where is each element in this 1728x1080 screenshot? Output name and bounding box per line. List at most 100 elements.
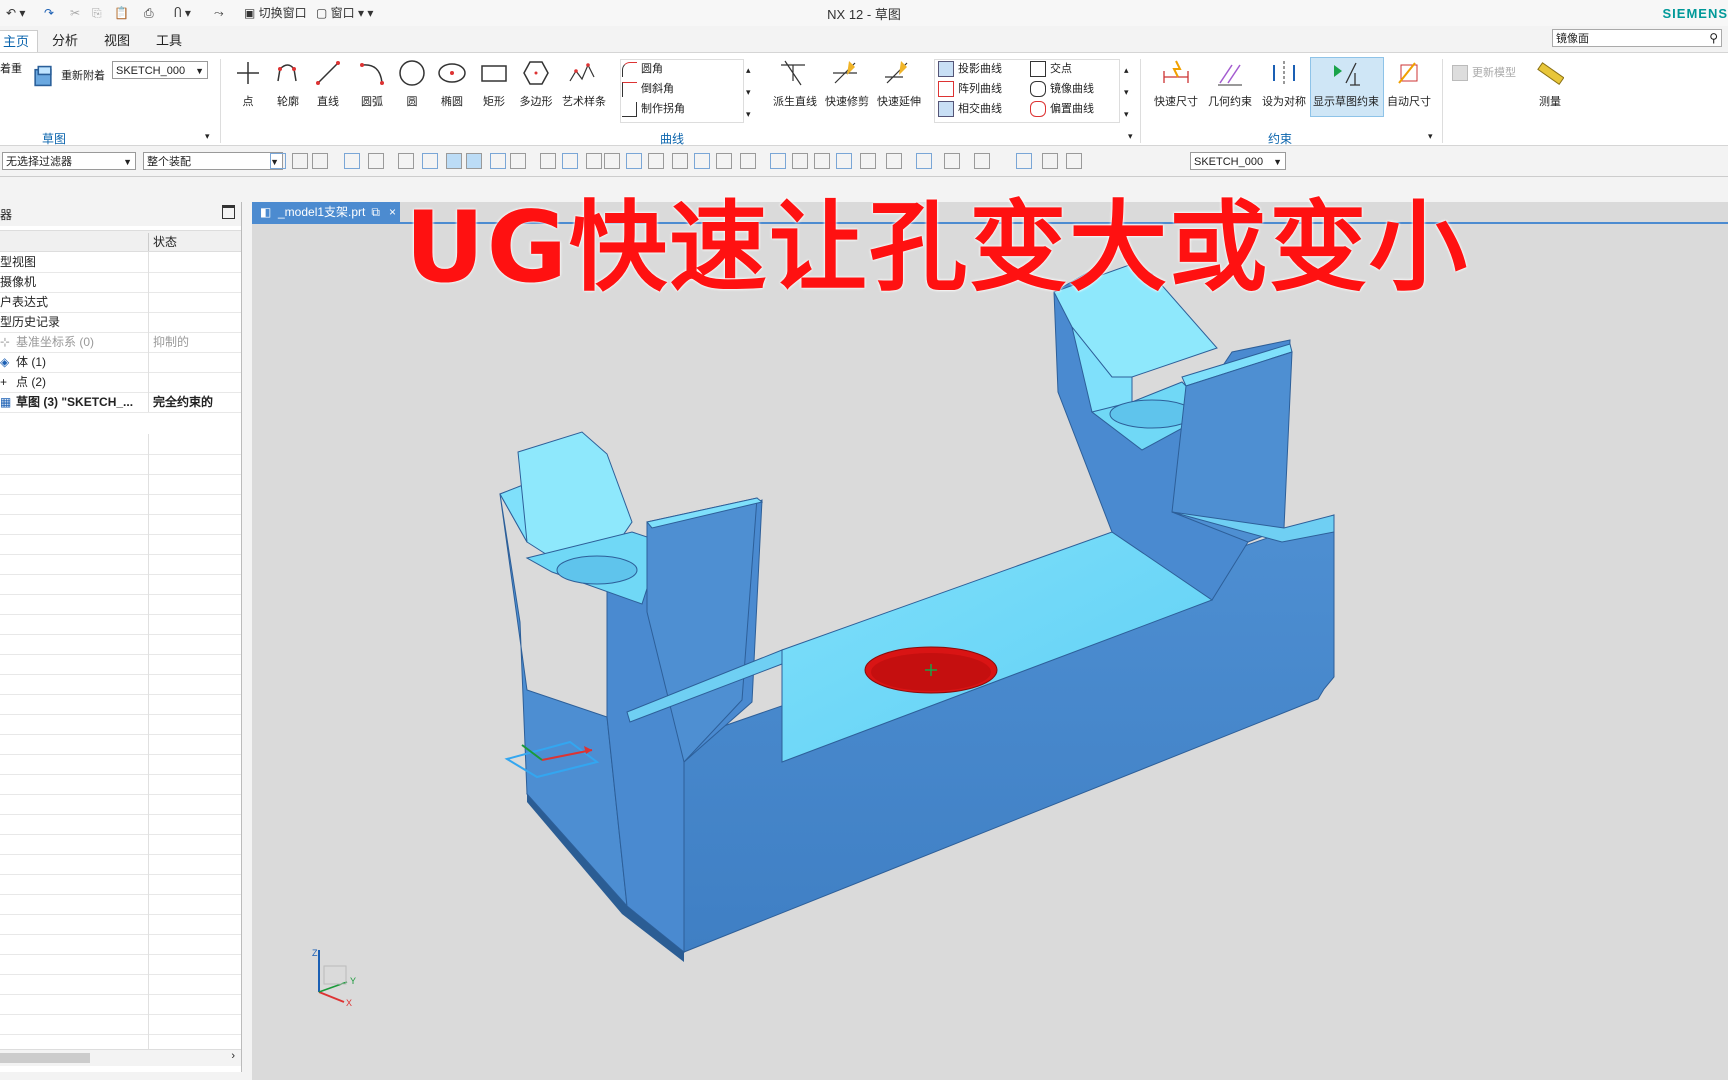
- line-snap-icon[interactable]: [694, 153, 710, 169]
- profile-button[interactable]: 轮廓: [268, 59, 308, 109]
- curve-snap-icon[interactable]: [540, 153, 556, 169]
- polygon-button[interactable]: 多边形: [516, 59, 556, 109]
- attach-label[interactable]: 着重: [0, 59, 22, 79]
- reattach-button[interactable]: 重新附着: [32, 65, 105, 87]
- point-button[interactable]: 点: [228, 59, 268, 109]
- tab-analysis[interactable]: 分析: [44, 30, 86, 52]
- list-item[interactable]: 型历史记录: [0, 312, 241, 333]
- group-expand-icon[interactable]: ▾: [1128, 131, 1133, 142]
- sketch-select[interactable]: SKETCH_000 ▼: [112, 61, 208, 79]
- list-item[interactable]: 基准坐标系 (0) 抑制的 ⊹: [0, 332, 241, 353]
- lasso-icon[interactable]: [398, 153, 414, 169]
- make-corner-button[interactable]: 制作拐角: [622, 99, 685, 119]
- view-icon[interactable]: [770, 153, 786, 169]
- circle-button[interactable]: 圆: [392, 59, 432, 109]
- intersection-curve-button[interactable]: 相交曲线: [938, 99, 1002, 119]
- maximize-icon[interactable]: [222, 205, 235, 219]
- close-icon[interactable]: ×: [389, 202, 396, 222]
- selection-filter-select[interactable]: 无选择过滤器 ▼: [2, 152, 136, 170]
- spline-snap-icon[interactable]: [562, 153, 578, 169]
- line-snap-icon[interactable]: [490, 153, 506, 169]
- tab-tools[interactable]: 工具: [148, 30, 190, 52]
- line-button[interactable]: 直线: [308, 59, 348, 109]
- layer-icon[interactable]: [860, 153, 876, 169]
- image-icon[interactable]: [792, 153, 808, 169]
- sphere-icon[interactable]: [716, 153, 732, 169]
- chamfer-button[interactable]: 倒斜角: [622, 79, 674, 99]
- quick-extend-button[interactable]: 快速延伸: [877, 59, 921, 109]
- selection-scope-select[interactable]: 整个装配 ▼: [143, 152, 283, 170]
- pattern-curve-button[interactable]: 阵列曲线: [938, 79, 1002, 99]
- rotate-icon[interactable]: [814, 153, 830, 169]
- make-symmetric-button[interactable]: 设为对称: [1258, 59, 1310, 109]
- empty-cell: [148, 434, 246, 454]
- auto-dimension-button[interactable]: 自动尺寸: [1384, 59, 1434, 109]
- geometric-constraints-button[interactable]: 几何约束: [1204, 59, 1256, 109]
- pen-icon[interactable]: [836, 153, 852, 169]
- quick-trim-button[interactable]: 快速修剪: [825, 59, 869, 109]
- box-select-icon[interactable]: [368, 153, 384, 169]
- offset-curve-button[interactable]: 偏置曲线: [1030, 99, 1094, 119]
- gallery-scroll-icon[interactable]: ▴ ▾ ▾: [746, 59, 751, 125]
- horizontal-scrollbar[interactable]: ›: [0, 1049, 241, 1066]
- gallery-scroll-icon[interactable]: ▴ ▾ ▾: [1124, 59, 1129, 125]
- derived-line-button[interactable]: 派生直线: [773, 59, 817, 109]
- update-model-button[interactable]: 更新模型: [1452, 63, 1516, 83]
- box-icon[interactable]: [1066, 153, 1082, 169]
- flag-icon[interactable]: [1016, 153, 1032, 169]
- arrow-icon[interactable]: [974, 153, 990, 169]
- table-icon[interactable]: [886, 153, 902, 169]
- scrollbar-thumb[interactable]: [0, 1053, 90, 1063]
- search-icon[interactable]: ⚲: [1709, 31, 1718, 45]
- grid-icon[interactable]: [740, 153, 756, 169]
- fillet-button[interactable]: 圆角: [622, 59, 663, 79]
- tab-menu-icon[interactable]: ⧉: [371, 202, 380, 222]
- list-item[interactable]: 草图 (3) "SKETCH_... 完全约束的 ▦: [0, 392, 241, 413]
- rectangle-label: 矩形: [483, 96, 505, 108]
- cube-blue-icon[interactable]: [446, 153, 462, 169]
- line-snap-icon[interactable]: [510, 153, 526, 169]
- scroll-right-icon[interactable]: ›: [231, 1050, 235, 1062]
- rectangle-button[interactable]: 矩形: [474, 59, 514, 109]
- point-icon[interactable]: [648, 153, 664, 169]
- cube-blue-icon[interactable]: [944, 153, 960, 169]
- snap-icon[interactable]: [270, 153, 286, 169]
- display-sketch-constraints-button[interactable]: 显示草图约束: [1312, 59, 1380, 109]
- grid-icon[interactable]: [466, 153, 482, 169]
- cube-icon[interactable]: [422, 153, 438, 169]
- list-item[interactable]: 摄像机: [0, 272, 241, 293]
- ellipse-button[interactable]: 椭圆: [432, 59, 472, 109]
- arc-button[interactable]: 圆弧: [352, 59, 392, 109]
- circle-snap-icon[interactable]: [626, 153, 642, 169]
- intersection-point-button[interactable]: 交点: [1030, 59, 1072, 79]
- group-expand-icon[interactable]: ▾: [1428, 131, 1433, 142]
- document-tab[interactable]: ◧ _model1支架.prt ⧉ ×: [252, 202, 400, 222]
- project-curve-button[interactable]: 投影曲线: [938, 59, 1002, 79]
- list-item[interactable]: 体 (1) ◈: [0, 352, 241, 373]
- tab-view[interactable]: 视图: [96, 30, 138, 52]
- measure-button[interactable]: 测量: [1530, 59, 1570, 109]
- mirror-curve-button[interactable]: 镜像曲线: [1030, 79, 1094, 99]
- orient-icon[interactable]: [1042, 153, 1058, 169]
- tab-home[interactable]: 主页: [0, 30, 39, 53]
- branch-icon[interactable]: [604, 153, 620, 169]
- shade-icon[interactable]: [916, 153, 932, 169]
- point-icon: [237, 62, 259, 84]
- list-item[interactable]: 户表达式: [0, 292, 241, 313]
- group-expand-icon[interactable]: ▾: [205, 131, 210, 142]
- select-icon[interactable]: [344, 153, 360, 169]
- spline-snap-icon[interactable]: [586, 153, 602, 169]
- ribbon-search-input[interactable]: 镜像面: [1552, 29, 1722, 47]
- part-model[interactable]: [252, 202, 1728, 1080]
- filter-icon[interactable]: [312, 153, 328, 169]
- empty-row: [0, 494, 241, 515]
- circle-icon: [399, 60, 425, 86]
- list-item[interactable]: 型视图: [0, 252, 241, 273]
- plus-icon[interactable]: [672, 153, 688, 169]
- graphics-viewport[interactable]: Z Y X: [252, 202, 1728, 1080]
- status-column-header[interactable]: 状态: [148, 233, 246, 251]
- deselect-icon[interactable]: [292, 153, 308, 169]
- rapid-dimension-button[interactable]: 快速尺寸: [1150, 59, 1202, 109]
- list-item[interactable]: 点 (2) +: [0, 372, 241, 393]
- studio-spline-button[interactable]: 艺术样条: [562, 59, 606, 109]
